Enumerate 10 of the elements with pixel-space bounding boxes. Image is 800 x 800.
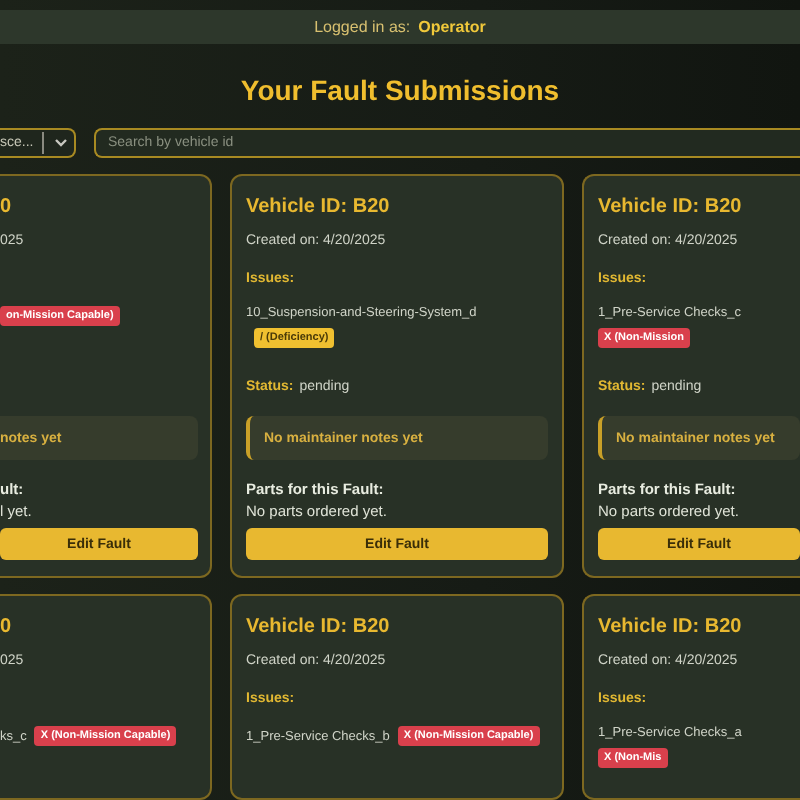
vehicle-id: Vehicle ID: B20 xyxy=(246,196,392,222)
vehicle-id: 0 xyxy=(0,616,14,642)
user-name: Operator xyxy=(418,18,486,37)
vehicle-id: Vehicle ID: B20 xyxy=(598,616,744,642)
page-title: Your Fault Submissions xyxy=(238,74,562,109)
vehicle-id: 0 xyxy=(0,196,14,222)
vehicle-id: Vehicle ID: B20 xyxy=(598,196,744,222)
vehicle-id: Vehicle ID: B20 xyxy=(246,616,392,642)
chevron-down-icon xyxy=(54,138,68,149)
login-label: Logged in as: xyxy=(314,18,411,37)
